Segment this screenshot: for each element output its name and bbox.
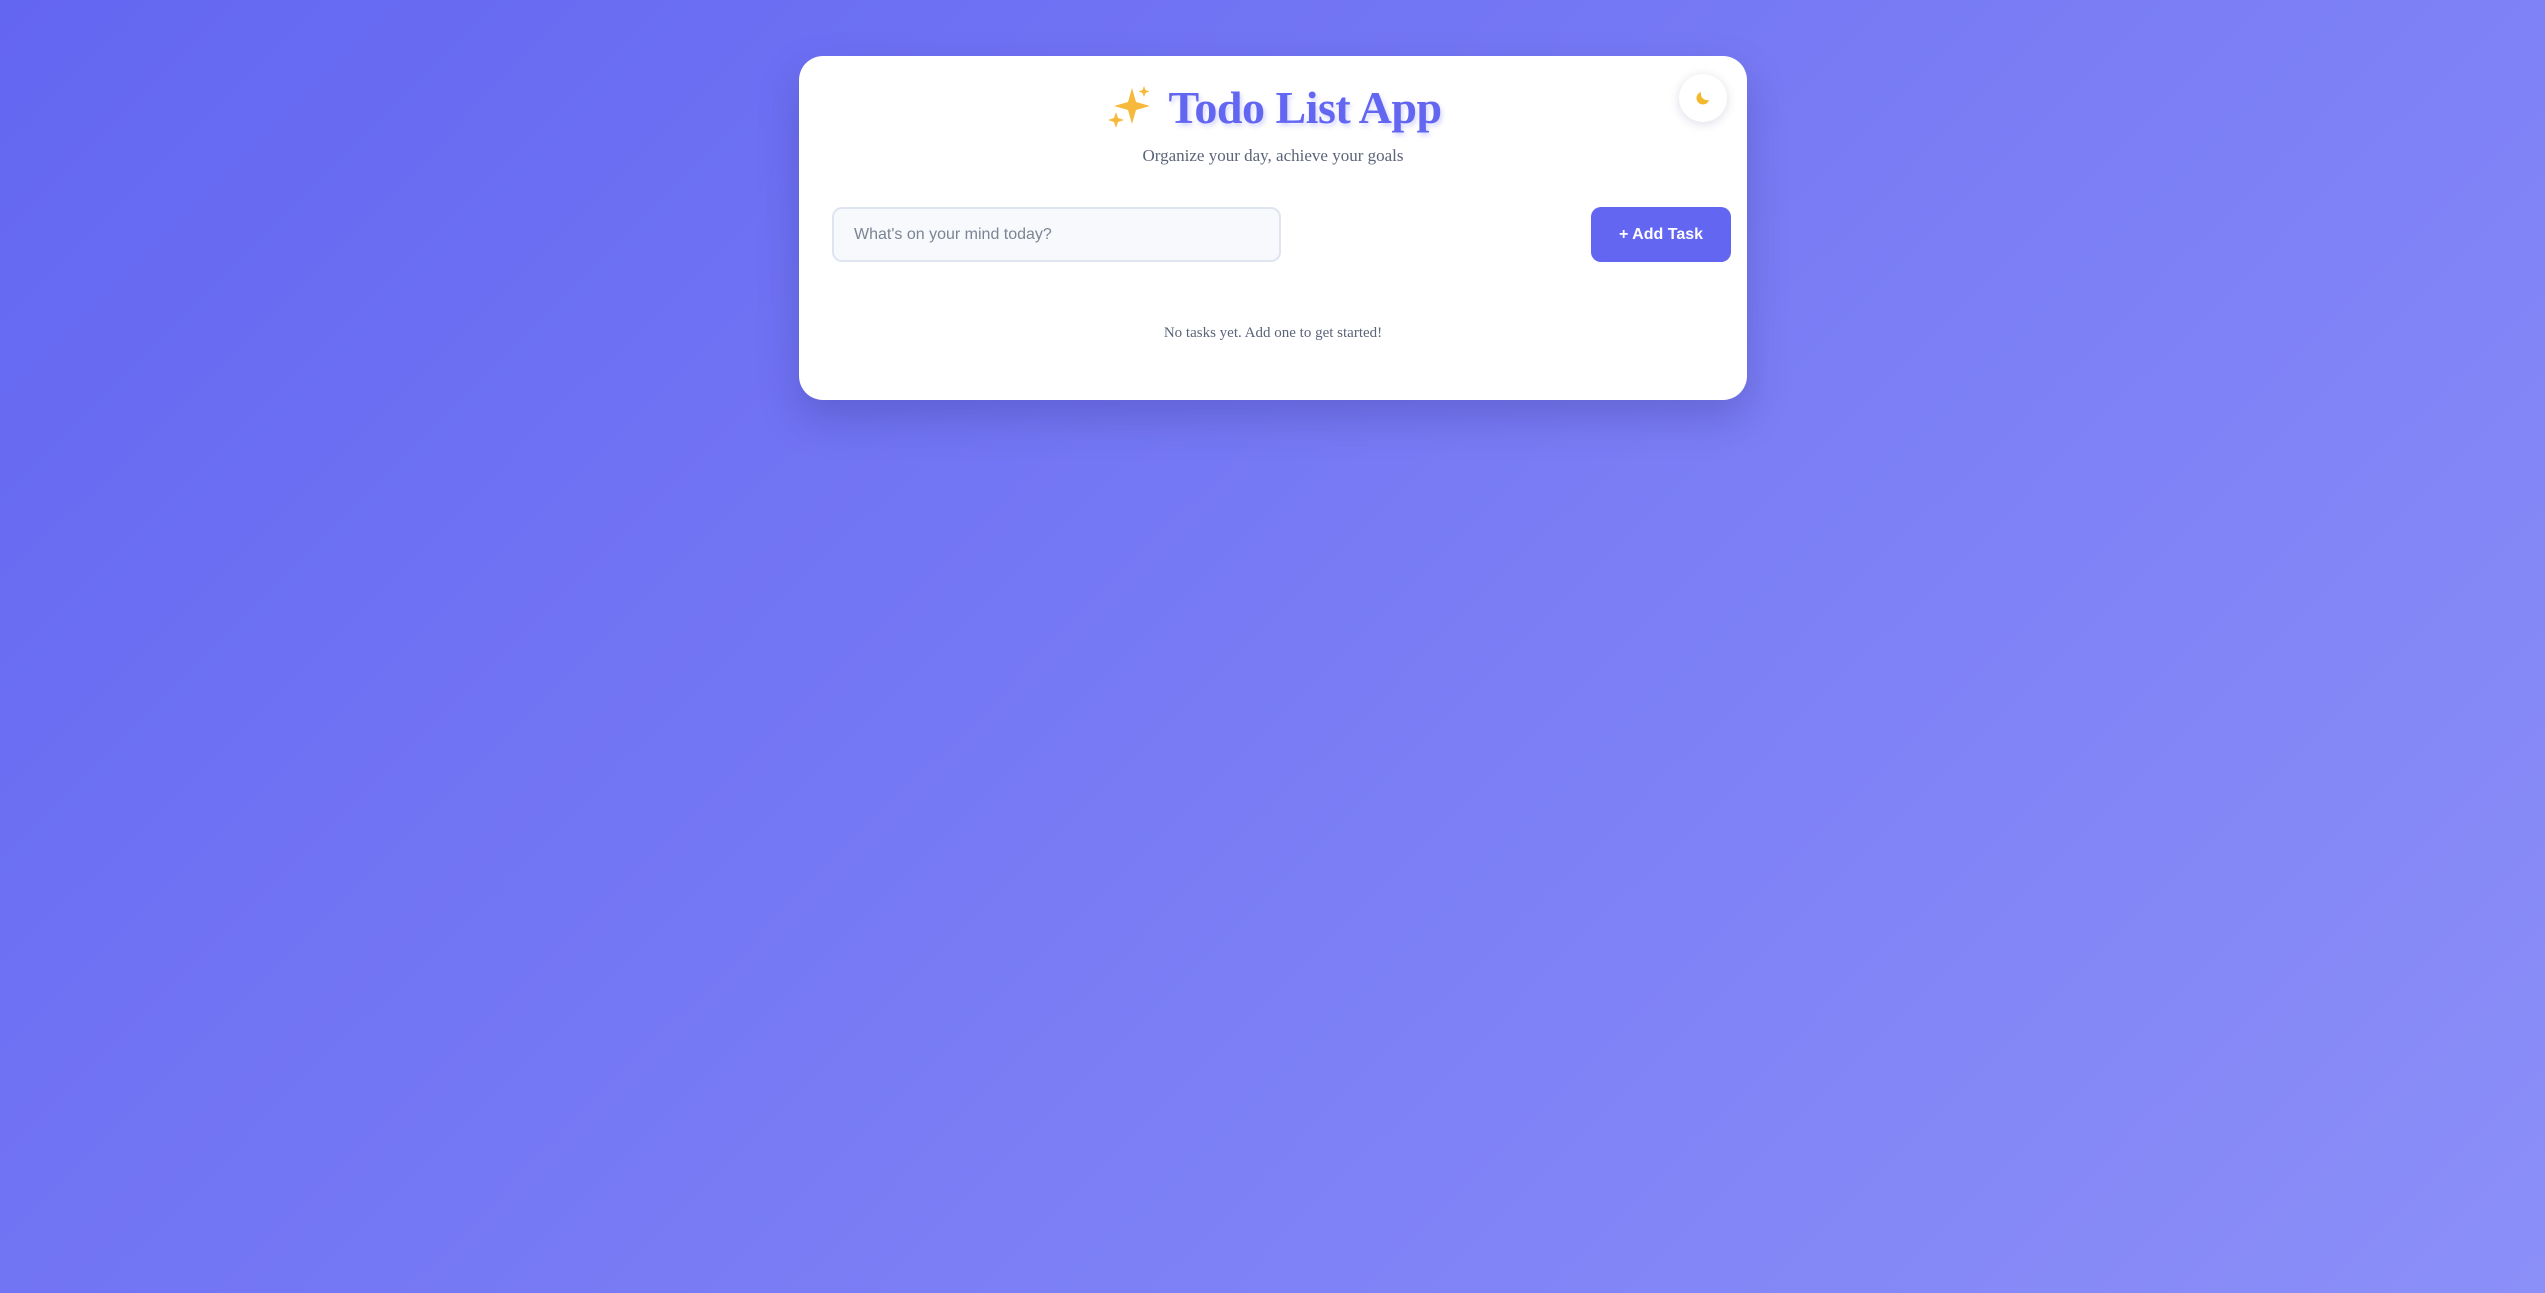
header: Todo List App bbox=[799, 84, 1747, 132]
app-subtitle: Organize your day, achieve your goals bbox=[1142, 146, 1404, 165]
todo-card: Todo List App Organize your day, achieve… bbox=[799, 56, 1747, 400]
app-title: Todo List App bbox=[1168, 82, 1442, 133]
empty-state-message: No tasks yet. Add one to get started! bbox=[1163, 325, 1383, 341]
add-task-button[interactable]: + Add Task bbox=[1591, 207, 1731, 262]
sparkles-icon bbox=[1104, 84, 1154, 132]
task-input[interactable] bbox=[832, 207, 1281, 262]
